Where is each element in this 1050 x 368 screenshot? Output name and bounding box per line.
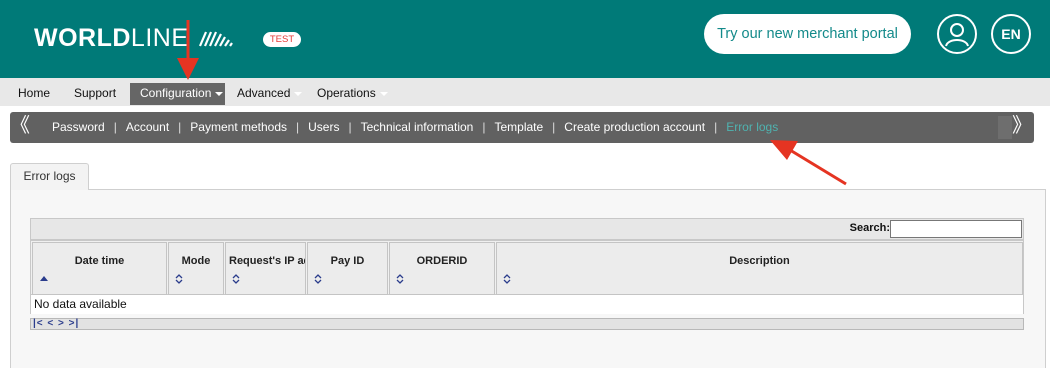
separator: | (296, 120, 300, 134)
chevron-down-icon (215, 91, 224, 96)
header-bar: WORLDLINE TEST Try our new merchant port… (0, 0, 1050, 78)
tab-error-logs[interactable]: Error logs (10, 163, 89, 190)
menu-item-support[interactable]: Support (64, 83, 126, 105)
pager-controls[interactable]: |< < > >| (33, 318, 79, 329)
chevron-down-icon (294, 91, 303, 96)
separator: | (714, 120, 718, 134)
column-title: Description (729, 255, 790, 267)
column-header-date-time[interactable]: Date time (32, 242, 167, 295)
submenu-item-users[interactable]: Users (308, 120, 339, 134)
menu-item-label: Operations (317, 86, 376, 100)
submenu-item-payment-methods[interactable]: Payment methods (190, 120, 287, 134)
grid-pager: |< < > >| (30, 318, 1024, 330)
submenu-items: Password | Account | Payment methods | Users | T… (52, 112, 778, 143)
separator: | (552, 120, 556, 134)
search-label: Search: (849, 222, 890, 234)
sort-both-icon[interactable] (314, 273, 324, 287)
menu-item-label: Advanced (237, 86, 291, 100)
menu-item-advanced[interactable]: Advanced (227, 83, 312, 105)
submenu-item-error-logs[interactable]: Error logs (726, 120, 778, 134)
separator: | (348, 120, 352, 134)
submenu-item-template[interactable]: Template (494, 120, 543, 134)
separator: | (482, 120, 486, 134)
sort-both-icon[interactable] (396, 273, 406, 287)
column-title: Date time (74, 255, 125, 267)
configuration-submenu: 《 Password | Account | Payment methods | Users… (10, 112, 1034, 143)
worldline-waves-icon (198, 31, 233, 47)
menu-item-home[interactable]: Home (8, 83, 60, 105)
separator: | (178, 120, 182, 134)
chevron-down-icon (379, 91, 388, 96)
menu-item-label: Configuration (140, 86, 212, 100)
submenu-item-password[interactable]: Password (52, 120, 105, 134)
column-header-description[interactable]: Description (496, 242, 1023, 295)
column-header-request-ip[interactable]: Request's IP ad (225, 242, 306, 295)
column-header-pay-id[interactable]: Pay ID (307, 242, 388, 295)
submenu-item-technical-information[interactable]: Technical information (361, 120, 474, 134)
scroll-track (998, 116, 1012, 139)
sort-both-icon[interactable] (232, 273, 242, 287)
menu-item-configuration[interactable]: Configuration (130, 83, 225, 105)
column-title: Pay ID (330, 255, 365, 267)
arrow-to-error-logs (770, 140, 847, 186)
user-account-button[interactable] (937, 14, 977, 54)
merchant-portal-button[interactable]: Try our new merchant portal (704, 14, 911, 54)
grid-header: Date time Mode Request's IP ad Pay ID OR… (30, 240, 1024, 295)
language-button[interactable]: EN (991, 14, 1031, 54)
column-header-mode[interactable]: Mode (168, 242, 224, 295)
main-menu: Home Support Configuration Advanced Oper… (0, 78, 1050, 106)
environment-badge: TEST (263, 32, 301, 47)
submenu-item-create-production-account[interactable]: Create production account (564, 120, 705, 134)
separator: | (113, 120, 117, 134)
scroll-right-icon[interactable]: 》 (1012, 112, 1032, 143)
column-title: Request's IP ad (229, 255, 305, 267)
user-circle-icon (945, 23, 969, 47)
grid-body: No data available (30, 295, 1024, 314)
sort-both-icon[interactable] (175, 273, 185, 287)
column-title: Mode (181, 255, 211, 267)
grid-toolbar: Search: (30, 218, 1024, 240)
column-header-orderid[interactable]: ORDERID (389, 242, 495, 295)
sort-ascending-icon[interactable] (40, 276, 48, 281)
scroll-left-icon[interactable]: 《 (10, 112, 30, 143)
menu-item-operations[interactable]: Operations (307, 83, 398, 105)
search-input[interactable] (890, 220, 1022, 238)
column-title: ORDERID (416, 255, 468, 267)
empty-message: No data available (34, 297, 127, 311)
worldline-logo[interactable]: WORLDLINE (34, 24, 233, 53)
sort-both-icon[interactable] (503, 273, 513, 287)
submenu-item-account[interactable]: Account (126, 120, 169, 134)
